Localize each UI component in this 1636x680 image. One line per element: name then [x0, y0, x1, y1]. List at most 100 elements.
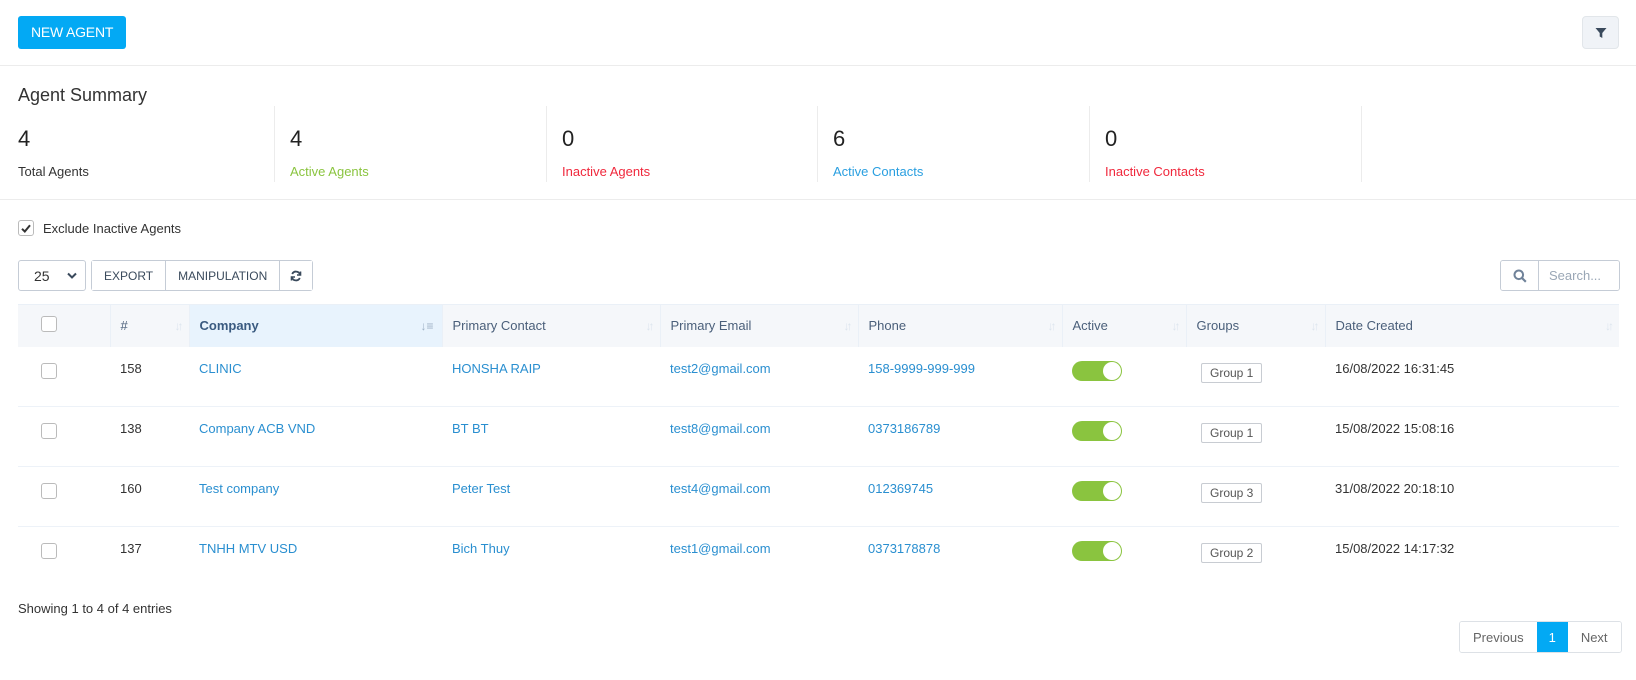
- select-all-checkbox[interactable]: [41, 316, 57, 333]
- previous-page-button[interactable]: Previous: [1460, 622, 1537, 652]
- row-checkbox[interactable]: [41, 543, 57, 559]
- email-link[interactable]: test8@gmail.com: [670, 421, 771, 436]
- column-header-groups[interactable]: Groups ↓↑: [1186, 304, 1326, 347]
- company-link[interactable]: Test company: [199, 481, 279, 496]
- row-checkbox[interactable]: [41, 483, 57, 499]
- table-button-group: EXPORT MANIPULATION: [91, 260, 314, 291]
- check-icon: [21, 224, 31, 233]
- group-badge: Group 1: [1201, 362, 1263, 383]
- contact-link[interactable]: Bich Thuy: [452, 541, 510, 556]
- sort-icon: ↓↑: [645, 318, 655, 333]
- email-link[interactable]: test2@gmail.com: [670, 361, 771, 376]
- summary-title: Agent Summary: [18, 85, 148, 105]
- row-select-cell: [18, 407, 110, 467]
- column-header-date-created[interactable]: Date Created ↓↑: [1325, 304, 1619, 347]
- active-toggle[interactable]: [1072, 541, 1122, 561]
- stat-divider: [1361, 106, 1362, 182]
- new-agent-button[interactable]: NEW AGENT: [18, 16, 127, 49]
- filter-button[interactable]: [1582, 16, 1619, 49]
- contact-link[interactable]: BT BT: [452, 421, 489, 436]
- page-length-value: 25: [34, 267, 50, 284]
- pagination: Previous 1 Next: [1459, 621, 1622, 653]
- table-row: 137 TNHH MTV USD Bich Thuy test1@gmail.c…: [18, 527, 1619, 587]
- row-checkbox[interactable]: [41, 423, 57, 439]
- sort-icon: ↓↑: [1047, 318, 1057, 333]
- page-length-select[interactable]: 25: [18, 260, 86, 291]
- toggle-knob: [1103, 542, 1121, 560]
- top-bar: NEW AGENT: [0, 0, 1636, 66]
- cell-date-created: 15/08/2022 15:08:16: [1335, 421, 1455, 436]
- sort-icon: ↓↑: [843, 318, 853, 333]
- table-row: 138 Company ACB VND BT BT test8@gmail.co…: [18, 407, 1619, 467]
- export-button[interactable]: EXPORT: [92, 261, 167, 290]
- group-badge: Group 1: [1201, 423, 1263, 443]
- stat-value: 4: [290, 126, 303, 151]
- stat-label: Active Agents: [290, 164, 369, 179]
- stat-divider: [1089, 106, 1090, 182]
- stat-divider: [274, 106, 275, 182]
- table-header-row: # ↓↑ Company ↓≡ Primary Contact ↓↑ Primary …: [18, 304, 1619, 347]
- sort-ascending-icon: ↓≡: [420, 318, 434, 333]
- phone-link[interactable]: 0373178878: [868, 541, 940, 556]
- cell-id: 160: [120, 481, 142, 496]
- sort-icon: ↓↑: [1310, 318, 1320, 333]
- company-link[interactable]: CLINIC: [199, 361, 242, 376]
- manipulation-button[interactable]: MANIPULATION: [166, 261, 281, 290]
- company-link[interactable]: TNHH MTV USD: [199, 541, 297, 556]
- stat-value: 0: [562, 126, 575, 151]
- cell-date-created: 31/08/2022 20:18:10: [1335, 481, 1455, 496]
- table-info: Showing 1 to 4 of 4 entries: [18, 601, 172, 616]
- column-header-active[interactable]: Active ↓↑: [1062, 304, 1187, 347]
- stat-divider: [546, 106, 547, 182]
- column-header-phone[interactable]: Phone ↓↑: [858, 304, 1063, 347]
- divider: [0, 199, 1636, 200]
- exclude-inactive-label: Exclude Inactive Agents: [43, 220, 182, 236]
- select-all-header: [18, 304, 111, 347]
- phone-link[interactable]: 012369745: [868, 481, 933, 496]
- cell-date-created: 15/08/2022 14:17:32: [1335, 541, 1455, 556]
- search-box: [1500, 260, 1620, 291]
- page-button-current[interactable]: 1: [1536, 622, 1568, 652]
- phone-link[interactable]: 0373186789: [868, 421, 940, 436]
- row-select-cell: [18, 527, 110, 587]
- stat-label: Inactive Contacts: [1105, 164, 1205, 179]
- stat-value: 6: [833, 126, 846, 151]
- refresh-button[interactable]: [280, 261, 313, 290]
- company-link[interactable]: Company ACB VND: [199, 421, 315, 436]
- search-icon: [1513, 269, 1527, 283]
- checkbox[interactable]: [18, 220, 34, 236]
- search-input[interactable]: [1539, 261, 1619, 290]
- group-badge: Group 3: [1201, 483, 1263, 503]
- group-badge: Group 2: [1201, 543, 1263, 563]
- email-link[interactable]: test1@gmail.com: [670, 541, 771, 556]
- active-toggle[interactable]: [1072, 481, 1122, 501]
- column-header-id[interactable]: # ↓↑: [110, 304, 190, 347]
- active-toggle[interactable]: [1072, 421, 1122, 441]
- search-button[interactable]: [1501, 261, 1539, 290]
- table-row: 158 CLINIC HONSHA RAIP test2@gmail.com 1…: [18, 347, 1619, 407]
- email-link[interactable]: test4@gmail.com: [670, 481, 771, 496]
- contact-link[interactable]: HONSHA RAIP: [452, 361, 541, 376]
- stat-label: Active Contacts: [833, 164, 924, 179]
- table-row: 160 Test company Peter Test test4@gmail.…: [18, 467, 1619, 527]
- contact-link[interactable]: Peter Test: [452, 481, 510, 496]
- row-checkbox[interactable]: [41, 362, 57, 379]
- row-select-cell: [18, 467, 110, 527]
- sort-icon: ↓↑: [174, 318, 184, 333]
- agent-summary-stats: 4 Total Agents 4 Active Agents 0 Inactiv…: [0, 106, 1636, 182]
- column-header-primary-contact[interactable]: Primary Contact ↓↑: [442, 304, 661, 347]
- chevron-down-icon: [67, 272, 77, 279]
- row-select-cell: [18, 347, 110, 407]
- sort-icon: ↓↑: [1605, 318, 1614, 333]
- cell-id: 138: [120, 421, 142, 436]
- table-toolbar: 25 EXPORT MANIPULATION: [18, 260, 314, 291]
- stat-divider: [817, 106, 818, 182]
- phone-link[interactable]: 158-9999-999-999: [868, 361, 975, 376]
- next-page-button[interactable]: Next: [1567, 622, 1621, 652]
- stat-label: Total Agents: [18, 164, 89, 179]
- exclude-inactive-checkbox[interactable]: Exclude Inactive Agents: [18, 220, 181, 236]
- column-header-company[interactable]: Company ↓≡: [189, 304, 443, 347]
- active-toggle[interactable]: [1072, 360, 1122, 381]
- agents-table: # ↓↑ Company ↓≡ Primary Contact ↓↑ Primary …: [18, 304, 1619, 587]
- column-header-primary-email[interactable]: Primary Email ↓↑: [660, 304, 859, 347]
